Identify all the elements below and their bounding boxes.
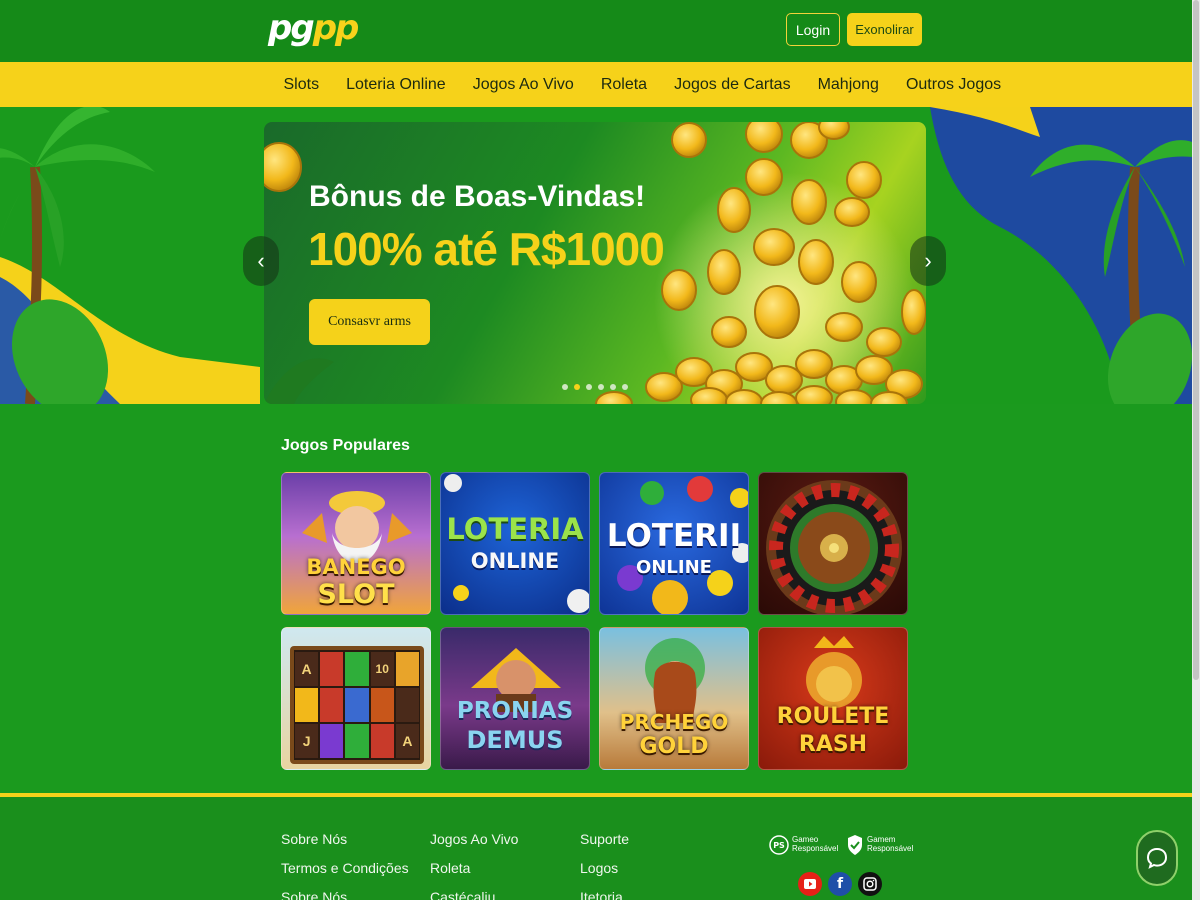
game-card-pronias-demus[interactable]: PRONIAS DEMUS xyxy=(440,627,590,770)
footer-link-jogos-ao-vivo[interactable]: Jogos Ao Vivo xyxy=(430,831,518,847)
footer: Sobre Nós Termos e Condições Sobre Nós J… xyxy=(0,797,1200,900)
instagram-icon[interactable] xyxy=(858,872,882,896)
banner-title: Bônus de Boas-Vindas! xyxy=(309,180,646,213)
game-card-loterii-online[interactable]: LOTERII ONLINE xyxy=(599,472,749,615)
reel-cell xyxy=(395,652,419,686)
carousel-prev-button[interactable]: ‹ xyxy=(243,236,279,286)
game-title-line1: BANEGO xyxy=(306,555,406,579)
footer-link-termos[interactable]: Termos e Condições xyxy=(281,860,409,876)
game-title-line1: LOTERII xyxy=(606,518,742,554)
game-title-line1: LOTERIA xyxy=(446,512,584,546)
footer-link-sobre-nos-2[interactable]: Sobre Nós xyxy=(281,889,409,900)
game-title-line1: ROULETE xyxy=(776,704,890,729)
game-title-line2: ONLINE xyxy=(636,557,712,578)
youtube-icon[interactable] xyxy=(798,872,822,896)
reel-cell xyxy=(320,652,344,686)
reel-cell xyxy=(295,688,319,722)
responsible-gaming-badge-2[interactable]: Gamem Responsável xyxy=(846,833,913,857)
site-logo[interactable]: pgpp xyxy=(268,8,360,48)
nav-item-outros-jogos[interactable]: Outros Jogos xyxy=(906,76,1001,94)
carousel-dot[interactable] xyxy=(562,384,568,390)
popular-games-grid: BANEGO SLOT LOTERIA ONLINE LOTERII ONLIN… xyxy=(281,472,909,770)
reel-cell xyxy=(320,724,344,758)
login-button[interactable]: Login xyxy=(786,13,840,46)
nav-item-jogos-de-cartas[interactable]: Jogos de Cartas xyxy=(674,76,791,94)
scrollbar-thumb[interactable] xyxy=(1193,0,1199,680)
reel-cell: A xyxy=(395,724,419,758)
reel-cell xyxy=(370,724,394,758)
game-title-line2: RASH xyxy=(798,732,868,757)
ps-shield-icon: PS xyxy=(769,835,789,855)
chat-bubble-icon xyxy=(1146,847,1168,869)
reel-cell: 10 xyxy=(370,652,394,686)
chevron-left-icon: ‹ xyxy=(257,248,265,273)
footer-link-castecaliu[interactable]: Castécaliu xyxy=(430,889,518,900)
footer-col-support: Suporte Logos Itetoria xyxy=(580,831,629,900)
game-card-loteria-online[interactable]: LOTERIA ONLINE xyxy=(440,472,590,615)
reel-cell: J xyxy=(295,724,319,758)
reel-cell xyxy=(320,688,344,722)
footer-link-roleta[interactable]: Roleta xyxy=(430,860,518,876)
carousel-dots xyxy=(562,384,634,390)
footer-link-logos[interactable]: Logos xyxy=(580,860,629,876)
game-card-roulette[interactable] xyxy=(758,472,908,615)
game-card-banego-slot[interactable]: BANEGO SLOT xyxy=(281,472,431,615)
reel-cell xyxy=(395,688,419,722)
popular-games-title: Jogos Populares xyxy=(281,437,410,454)
live-chat-button[interactable] xyxy=(1136,830,1178,886)
reel-cell xyxy=(345,652,369,686)
game-title-line1: PRONIAS xyxy=(456,698,574,724)
footer-col-games: Jogos Ao Vivo Roleta Castécaliu xyxy=(430,831,518,900)
promo-banner[interactable]: Bônus de Boas-Vindas! 100% até R$1000 Co… xyxy=(264,122,926,404)
game-card-slot-reels[interactable]: A 10 J A xyxy=(281,627,431,770)
facebook-icon[interactable]: f xyxy=(828,872,852,896)
nav-item-mahjong[interactable]: Mahjong xyxy=(818,76,879,94)
main-nav: Slots Loteria Online Jogos Ao Vivo Rolet… xyxy=(0,62,1200,107)
nav-item-jogos-ao-vivo[interactable]: Jogos Ao Vivo xyxy=(473,76,574,94)
badge-line2: Responsável xyxy=(792,844,839,853)
game-title-line2: GOLD xyxy=(639,734,709,759)
game-title-line1: PRCHEGO xyxy=(619,710,729,734)
carousel-dot[interactable] xyxy=(598,384,604,390)
carousel-dot[interactable] xyxy=(586,384,592,390)
nav-item-loteria-online[interactable]: Loteria Online xyxy=(346,76,446,94)
footer-link-sobre-nos[interactable]: Sobre Nós xyxy=(281,831,409,847)
game-card-prchego-gold[interactable]: PRCHEGO GOLD xyxy=(599,627,749,770)
slot-reels-grid: A 10 J A xyxy=(295,652,419,758)
nav-item-roleta[interactable]: Roleta xyxy=(601,76,647,94)
chevron-right-icon: › xyxy=(924,248,932,273)
game-title-line2: SLOT xyxy=(317,579,395,610)
roulette-wheel-icon xyxy=(766,480,902,614)
top-header: pgpp Login Exonolirar xyxy=(0,0,1200,62)
carousel-next-button[interactable]: › xyxy=(910,236,946,286)
game-card-roulete-rash[interactable]: ROULETE RASH xyxy=(758,627,908,770)
carousel-dot[interactable] xyxy=(610,384,616,390)
reel-cell xyxy=(370,688,394,722)
register-button[interactable]: Exonolirar xyxy=(847,13,922,46)
reel-cell xyxy=(345,724,369,758)
banner-cta-button[interactable]: Consasvr arms xyxy=(309,299,430,345)
shield-check-icon xyxy=(848,835,862,855)
responsible-gaming-badge-1[interactable]: PS Gameo Responsável xyxy=(769,833,838,857)
game-title-line2: DEMUS xyxy=(466,726,564,754)
footer-col-about: Sobre Nós Termos e Condições Sobre Nós xyxy=(281,831,409,900)
banner-amount: 100% até R$1000 xyxy=(308,223,665,275)
footer-link-suporte[interactable]: Suporte xyxy=(580,831,629,847)
carousel-dot[interactable] xyxy=(622,384,628,390)
nav-item-slots[interactable]: Slots xyxy=(284,76,320,94)
carousel-dot-active[interactable] xyxy=(574,384,580,390)
footer-link-itetoria[interactable]: Itetoria xyxy=(580,889,629,900)
badge-line2: Responsável xyxy=(867,844,914,853)
game-title-line2: ONLINE xyxy=(470,549,560,573)
reel-cell: A xyxy=(295,652,319,686)
svg-text:PS: PS xyxy=(773,841,785,850)
logo-text-left: pg xyxy=(268,8,315,48)
reel-cell xyxy=(345,688,369,722)
logo-text-right: pp xyxy=(312,8,360,48)
